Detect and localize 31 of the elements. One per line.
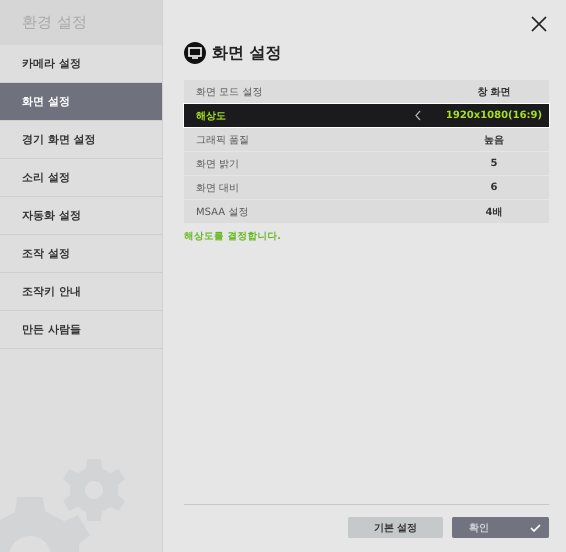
setting-value: 5 <box>490 158 498 169</box>
hint-text: 해상도를 결정합니다. <box>184 230 282 243</box>
setting-label: 화면 밝기 <box>196 158 240 170</box>
panel-title: 화면 설정 <box>212 42 282 64</box>
settings-row[interactable]: 해상도 1920x1080(16:9) <box>184 104 549 127</box>
setting-value: 높음 <box>483 134 505 146</box>
setting-label: 화면 대비 <box>196 182 240 194</box>
sidebar-item[interactable]: 조작키 안내 <box>0 273 162 311</box>
setting-label: 해상도 <box>196 110 227 122</box>
settings-row[interactable]: MSAA 설정 4배 <box>184 200 549 223</box>
sidebar-item[interactable]: 경기 화면 설정 <box>0 121 162 159</box>
settings-row[interactable]: 화면 대비 6 <box>184 176 549 199</box>
sidebar-item[interactable]: 화면 설정 <box>0 83 162 121</box>
default-settings-button[interactable]: 기본 설정 <box>348 517 443 538</box>
setting-value: 1920x1080(16:9) <box>444 110 544 121</box>
settings-row[interactable]: 화면 모드 설정 창 화면 <box>184 80 549 103</box>
setting-label: 그래픽 품질 <box>196 134 250 146</box>
settings-row[interactable]: 화면 밝기 5 <box>184 152 549 175</box>
setting-label: MSAA 설정 <box>196 206 250 218</box>
check-icon <box>530 524 541 532</box>
sidebar-item[interactable]: 자동화 설정 <box>0 197 162 235</box>
sidebar-item[interactable]: 조작 설정 <box>0 235 162 273</box>
setting-label: 화면 모드 설정 <box>196 86 264 98</box>
settings-row[interactable]: 그래픽 품질 높음 <box>184 128 549 151</box>
setting-value: 6 <box>490 182 498 193</box>
sidebar-item[interactable]: 소리 설정 <box>0 159 162 197</box>
monitor-icon <box>184 42 206 64</box>
setting-value: 창 화면 <box>476 86 512 98</box>
setting-value: 4배 <box>484 206 504 218</box>
close-button[interactable] <box>529 14 549 34</box>
sidebar-item[interactable]: 만든 사람들 <box>0 311 162 349</box>
